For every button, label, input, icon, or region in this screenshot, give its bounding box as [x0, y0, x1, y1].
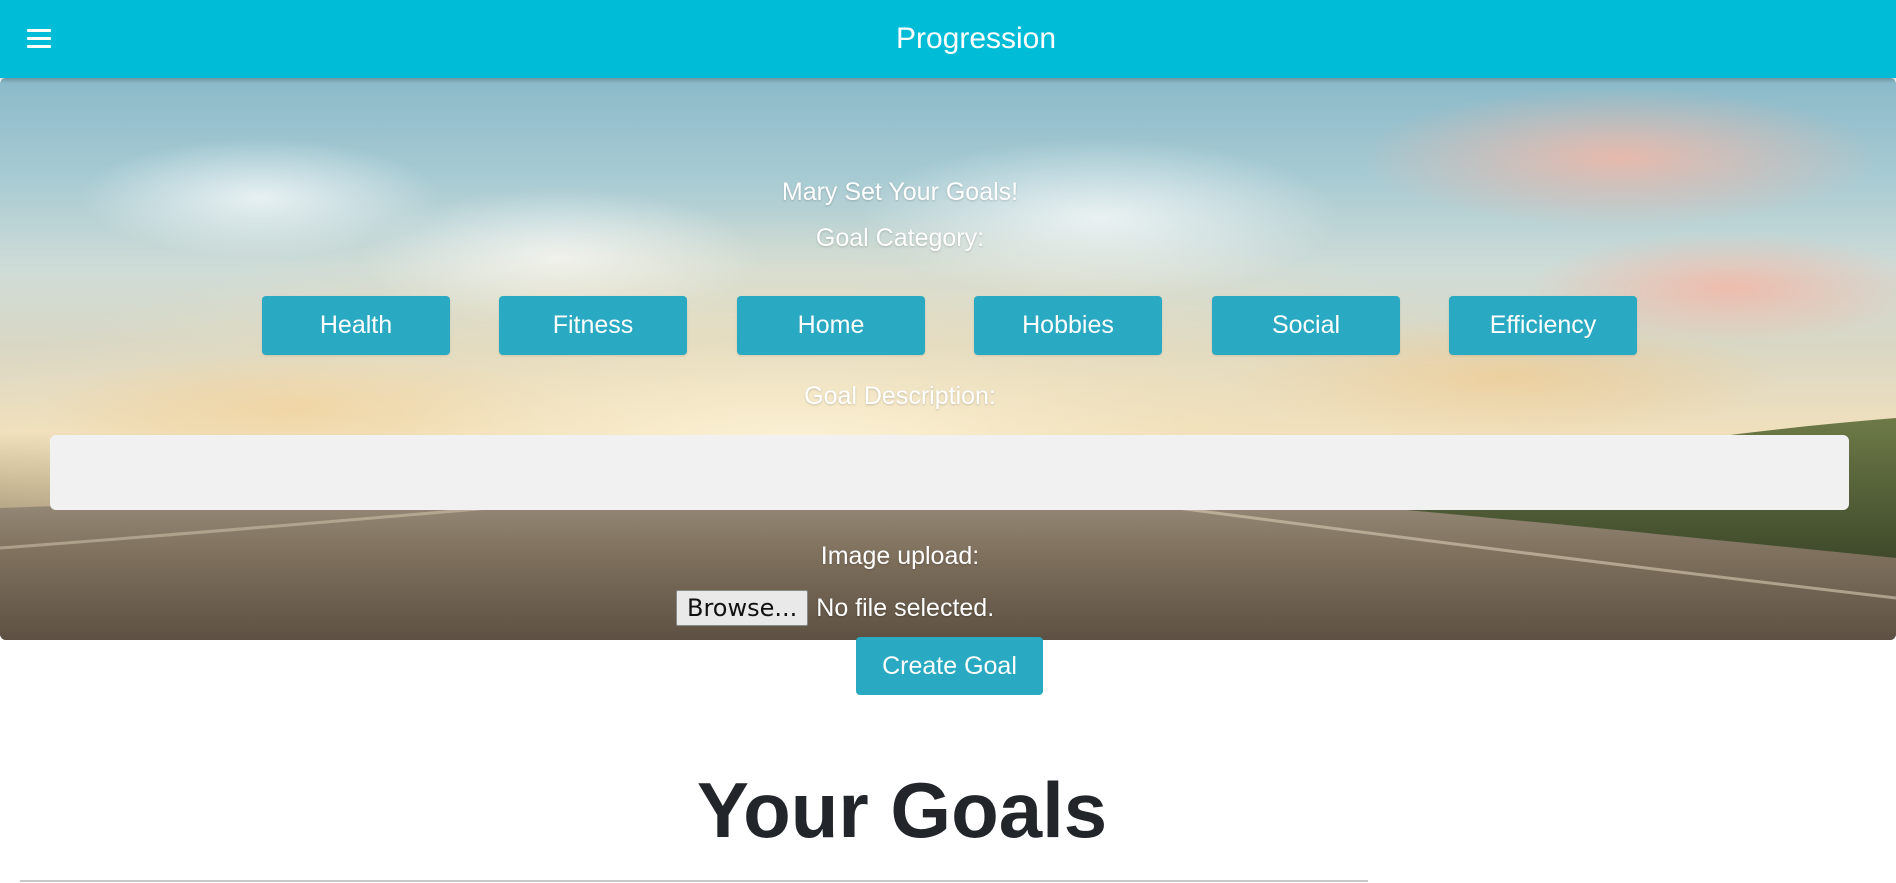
- app-title: Progression: [895, 22, 1057, 55]
- image-upload-label: Image upload:: [820, 542, 980, 570]
- top-navbar: Progression: [0, 0, 1896, 78]
- your-goals-heading: Your Goals: [696, 766, 1108, 854]
- welcome-heading: Mary Set Your Goals!: [781, 178, 1019, 206]
- browse-file-button[interactable]: Browse...: [676, 590, 809, 626]
- goal-description-label: Goal Description:: [804, 382, 996, 410]
- create-goal-button[interactable]: Create Goal: [856, 637, 1043, 695]
- file-upload-control: Browse... No file selected.: [676, 590, 994, 626]
- category-button-hobbies[interactable]: Hobbies: [974, 296, 1162, 355]
- category-button-fitness[interactable]: Fitness: [499, 296, 687, 355]
- goal-form-hero: Mary Set Your Goals! Goal Category: Heal…: [0, 78, 1896, 640]
- category-button-home[interactable]: Home: [737, 296, 925, 355]
- category-button-efficiency[interactable]: Efficiency: [1449, 296, 1637, 355]
- category-button-social[interactable]: Social: [1212, 296, 1400, 355]
- goal-category-label: Goal Category:: [815, 224, 985, 252]
- category-button-health[interactable]: Health: [262, 296, 450, 355]
- file-status-text: No file selected.: [816, 593, 995, 622]
- goal-description-input[interactable]: [50, 435, 1849, 510]
- section-divider: [20, 880, 1368, 882]
